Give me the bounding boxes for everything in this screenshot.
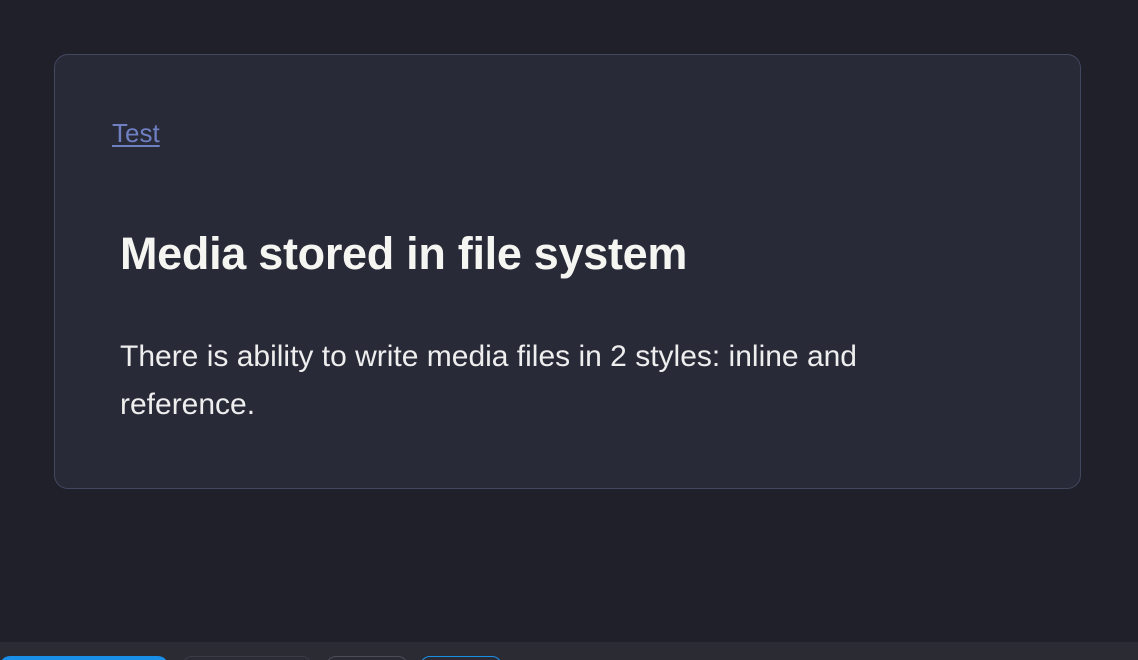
test-link[interactable]: Test xyxy=(112,117,160,149)
primary-button[interactable] xyxy=(0,656,168,660)
tertiary-button[interactable] xyxy=(326,656,408,660)
page: Test Media stored in file system There i… xyxy=(0,0,1138,660)
secondary-button[interactable] xyxy=(182,656,312,660)
description-text: There is ability to write media files in… xyxy=(120,340,857,421)
page-title: Media stored in file system xyxy=(120,228,688,279)
outline-button[interactable] xyxy=(420,656,502,660)
bottom-toolbar xyxy=(0,642,1138,660)
content-card: Test Media stored in file system There i… xyxy=(54,54,1081,489)
